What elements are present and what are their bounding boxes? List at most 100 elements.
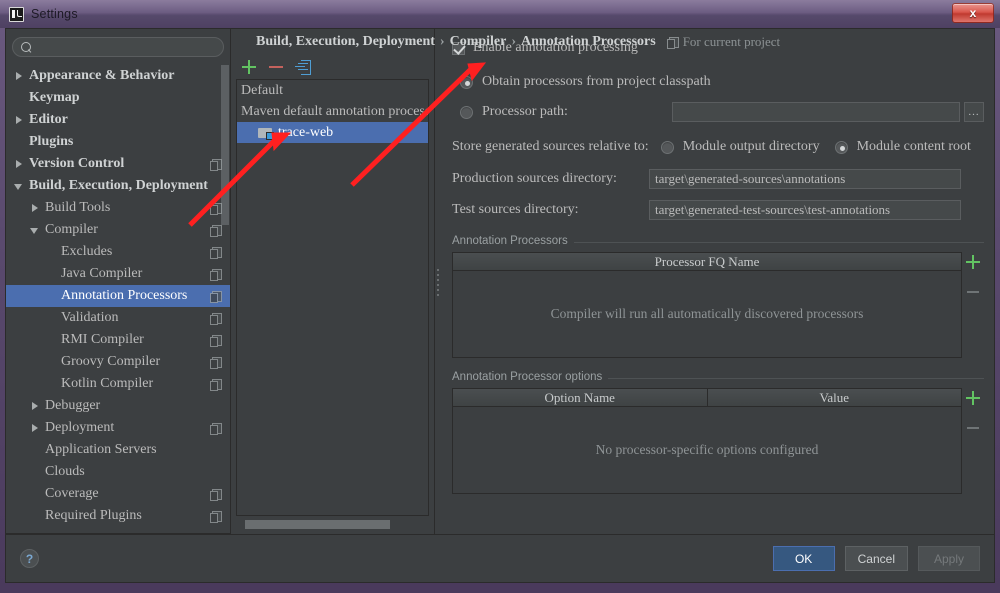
sidebar-item-kotlin-compiler[interactable]: Kotlin Compiler: [6, 373, 230, 395]
sidebar-item-build-tools[interactable]: Build Tools: [6, 197, 230, 219]
tree-spacer-icon: [46, 379, 57, 390]
profile-list-item[interactable]: trace-web: [237, 122, 428, 143]
sidebar-item-rmi-compiler[interactable]: RMI Compiler: [6, 329, 230, 351]
sidebar-item-clouds[interactable]: Clouds: [6, 461, 230, 483]
chevron-right-icon[interactable]: [30, 401, 41, 412]
close-button[interactable]: x: [952, 3, 994, 23]
sidebar-item-coverage[interactable]: Coverage: [6, 483, 230, 505]
sidebar-item-version-control[interactable]: Version Control: [6, 153, 230, 175]
breadcrumb-part-1[interactable]: Compiler: [450, 34, 507, 50]
chevron-right-icon[interactable]: [30, 423, 41, 434]
chevron-right-icon[interactable]: [14, 71, 25, 82]
project-scope-icon: [210, 247, 221, 258]
help-button[interactable]: ?: [20, 549, 39, 568]
sidebar-item-deployment[interactable]: Deployment: [6, 417, 230, 439]
project-scope-icon: [210, 159, 221, 170]
sidebar-item-label: Keymap: [29, 90, 210, 106]
search-field[interactable]: [12, 37, 224, 57]
options-table-head: Option Name Value: [453, 389, 961, 407]
options-col-option-name[interactable]: Option Name: [453, 389, 708, 406]
profile-list-item[interactable]: Default: [237, 80, 428, 101]
processor-path-radio[interactable]: [460, 106, 473, 119]
remove-profile-button[interactable]: [268, 59, 284, 75]
breadcrumb: Build, Execution, Deployment › Compiler …: [256, 29, 780, 55]
breadcrumb-part-0[interactable]: Build, Execution, Deployment: [256, 34, 435, 50]
module-content-root-radio[interactable]: [835, 141, 848, 154]
breadcrumb-part-2: Annotation Processors: [521, 34, 656, 50]
processors-add-button[interactable]: [965, 254, 981, 270]
test-sources-row: Test sources directory: target\generated…: [452, 197, 984, 223]
tree-spacer-icon: [14, 137, 25, 148]
sidebar-item-required-plugins[interactable]: Required Plugins: [6, 505, 230, 527]
tree-spacer-icon: [46, 247, 57, 258]
project-scope-icon: [210, 203, 221, 214]
sidebar-item-appearance-behavior[interactable]: Appearance & Behavior: [6, 65, 230, 87]
chevron-right-icon[interactable]: [14, 115, 25, 126]
sidebar-item-label: Application Servers: [45, 442, 210, 458]
tree-spacer-icon: [30, 489, 41, 500]
obtain-from-classpath-row[interactable]: Obtain processors from project classpath: [452, 69, 984, 95]
sidebar-item-excludes[interactable]: Excludes: [6, 241, 230, 263]
profiles-horizontal-scrollbar[interactable]: [245, 520, 390, 529]
processors-group: Annotation Processors Processor FQ Name …: [452, 235, 984, 358]
sidebar-item-debugger[interactable]: Debugger: [6, 395, 230, 417]
project-scope-icon: [210, 511, 221, 522]
profiles-list[interactable]: DefaultMaven default annotation processo…: [236, 79, 429, 516]
sidebar-item-label: Validation: [61, 310, 210, 326]
chevron-down-icon[interactable]: [30, 225, 41, 236]
options-col-value[interactable]: Value: [708, 389, 962, 406]
obtain-from-classpath-radio[interactable]: [460, 76, 473, 89]
apply-button: Apply: [918, 546, 980, 571]
sidebar-item-label: Kotlin Compiler: [61, 376, 210, 392]
sidebar-item-editor[interactable]: Editor: [6, 109, 230, 131]
profiles-toolbar: [231, 55, 434, 79]
options-add-button[interactable]: [965, 390, 981, 406]
options-table[interactable]: Option Name Value No processor-specific …: [452, 388, 962, 494]
sidebar-item-build-execution-deployment[interactable]: Build, Execution, Deployment: [6, 175, 230, 197]
processors-remove-button: [965, 284, 981, 300]
cancel-button[interactable]: Cancel: [845, 546, 908, 571]
processors-table-wrap: Processor FQ Name Compiler will run all …: [452, 252, 984, 358]
title-bar-left: Settings: [0, 7, 78, 22]
sidebar-item-groovy-compiler[interactable]: Groovy Compiler: [6, 351, 230, 373]
sidebar-item-application-servers[interactable]: Application Servers: [6, 439, 230, 461]
sidebar-item-label: Debugger: [45, 398, 210, 414]
profile-list-item[interactable]: Maven default annotation processors: [237, 101, 428, 122]
obtain-from-classpath-label: Obtain processors from project classpath: [482, 74, 711, 90]
production-sources-input[interactable]: target\generated-sources\annotations: [649, 169, 961, 189]
options-empty-text: No processor-specific options configured: [596, 442, 819, 458]
chevron-right-icon[interactable]: [30, 203, 41, 214]
settings-tree[interactable]: Appearance & Behavior Keymap Editor Plugins…: [6, 63, 230, 533]
processors-col-fq-name[interactable]: Processor FQ Name: [453, 253, 961, 270]
chevron-right-icon[interactable]: [14, 159, 25, 170]
sidebar-item-label: Annotation Processors: [61, 288, 210, 304]
settings-window: Settings x Appearance & Behavior Keymap Ed…: [0, 0, 1000, 593]
processor-path-input[interactable]: [672, 102, 960, 122]
sidebar-item-label: Editor: [29, 112, 210, 128]
processors-group-head: Annotation Processors: [452, 235, 984, 247]
project-scope-icon: [210, 269, 221, 280]
add-profile-button[interactable]: [241, 59, 257, 75]
chevron-down-icon[interactable]: [14, 181, 25, 192]
sidebar-item-annotation-processors[interactable]: Annotation Processors: [6, 285, 230, 307]
sidebar-item-label: Deployment: [45, 420, 210, 436]
processors-table[interactable]: Processor FQ Name Compiler will run all …: [452, 252, 962, 358]
project-scope-icon: [667, 37, 678, 48]
move-to-profile-button[interactable]: [295, 59, 311, 75]
sidebar-item-label: Version Control: [29, 156, 210, 172]
ok-button[interactable]: OK: [773, 546, 835, 571]
sidebar-item-java-compiler[interactable]: Java Compiler: [6, 263, 230, 285]
options-group-head: Annotation Processor options: [452, 371, 984, 383]
project-scope-icon: [210, 313, 221, 324]
sidebar-item-compiler[interactable]: Compiler: [6, 219, 230, 241]
sidebar-item-keymap[interactable]: Keymap: [6, 87, 230, 109]
processor-path-browse-button[interactable]: ...: [964, 102, 984, 122]
panel-splitter[interactable]: [435, 29, 442, 534]
sidebar-item-validation[interactable]: Validation: [6, 307, 230, 329]
search-input[interactable]: [38, 40, 215, 54]
test-sources-input[interactable]: target\generated-test-sources\test-annot…: [649, 200, 961, 220]
processor-path-row[interactable]: Processor path: ...: [452, 99, 984, 125]
sidebar-item-plugins[interactable]: Plugins: [6, 131, 230, 153]
module-output-directory-radio[interactable]: [661, 141, 674, 154]
sidebar-item-label: Groovy Compiler: [61, 354, 210, 370]
